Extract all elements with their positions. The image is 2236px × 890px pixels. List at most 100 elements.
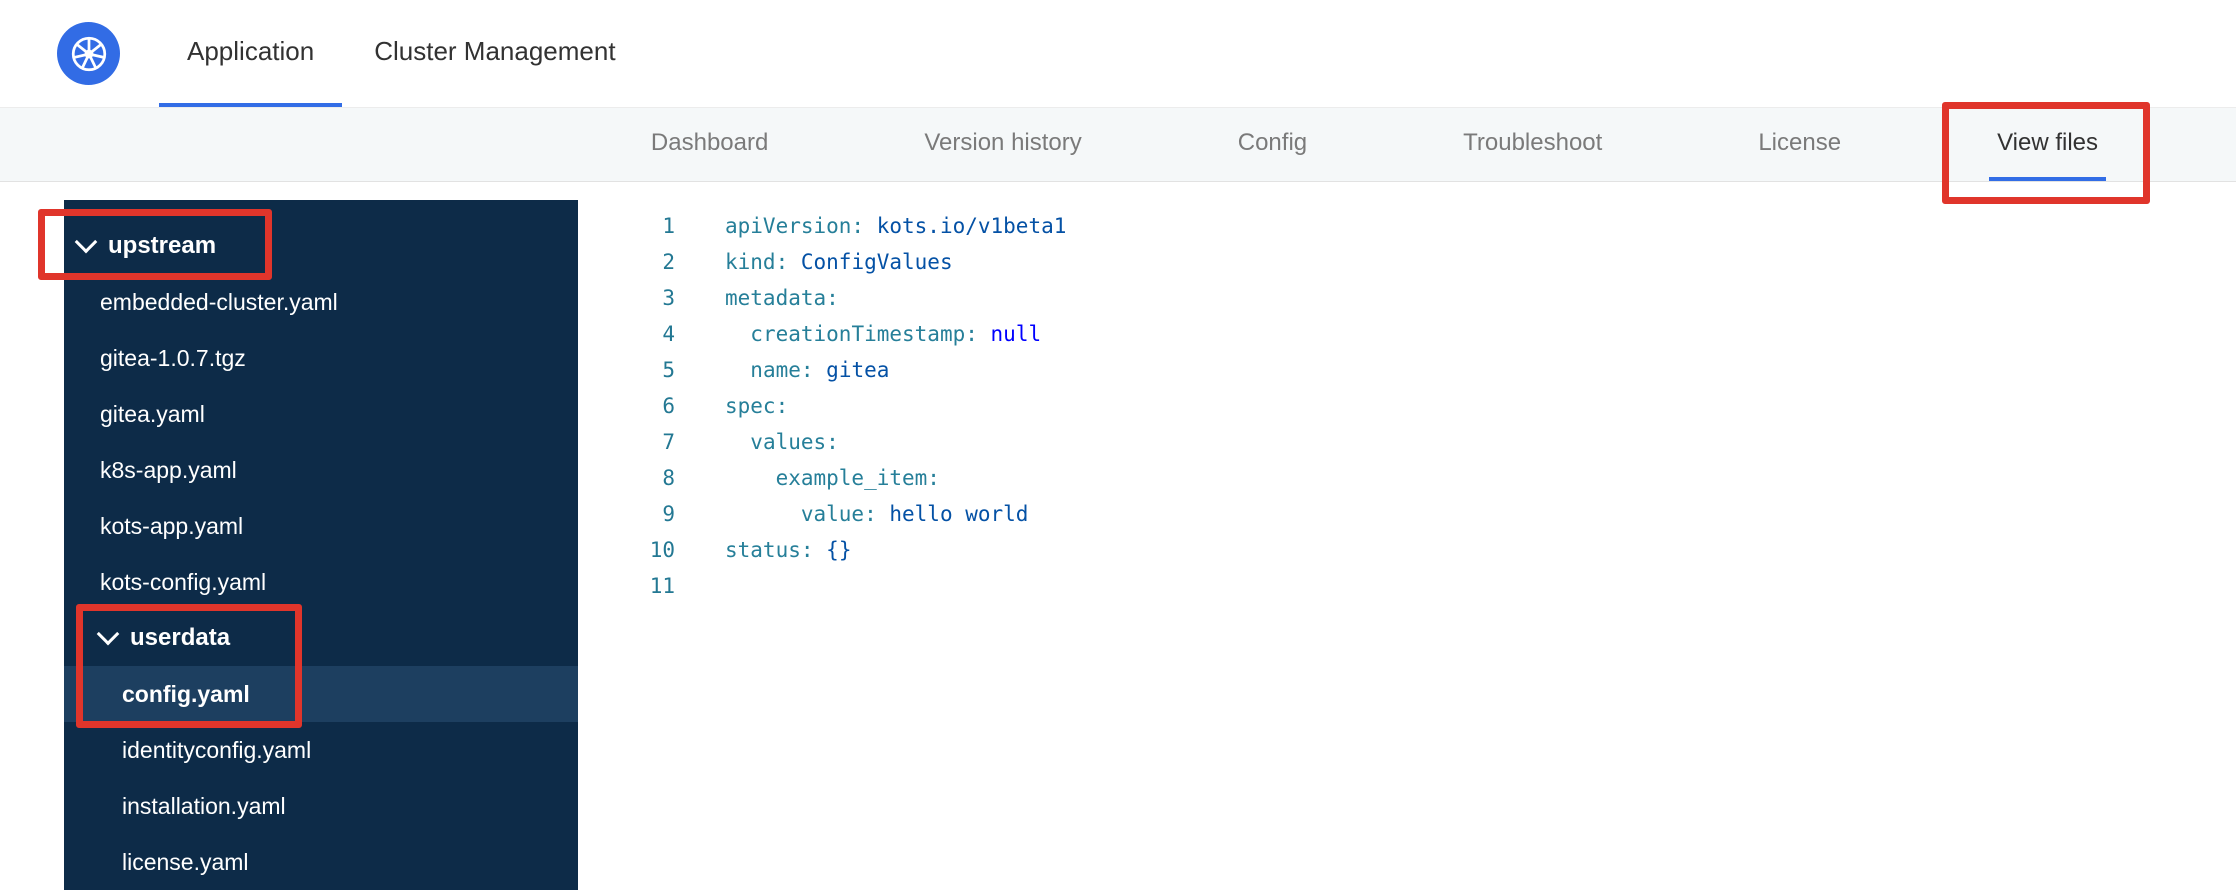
line-number: 10 [649, 538, 675, 562]
code-text: example_item: [675, 460, 940, 496]
tree-item-identityconfig-yaml[interactable]: identityconfig.yaml [64, 722, 578, 778]
line-number: 4 [662, 322, 675, 346]
code-text: name: gitea [675, 352, 889, 388]
file-tree-sidebar: upstream embedded-cluster.yaml gitea-1.0.7… [64, 200, 578, 890]
editor-line: 10 status: {} [578, 532, 2236, 568]
tree-item-userdata[interactable]: userdata [64, 610, 578, 666]
editor-line: 8 example_item: [578, 460, 2236, 496]
token-key: status: [725, 538, 814, 562]
editor-line: 6 spec: [578, 388, 2236, 424]
subnav-tab-license[interactable]: License [1750, 108, 1849, 181]
code-text: values: [675, 424, 839, 460]
tree-item-label: userdata [130, 624, 231, 651]
code-text: kind: ConfigValues [675, 244, 953, 280]
tree-item-label: k8s-app.yaml [100, 456, 237, 483]
subnav-tab-dashboard[interactable]: Dashboard [643, 108, 776, 181]
tree-item-installation-yaml[interactable]: installation.yaml [64, 778, 578, 834]
tree-item-gitea-yaml[interactable]: gitea.yaml [64, 386, 578, 442]
tree-item-label: license.yaml [122, 848, 249, 875]
code-editor[interactable]: 1 apiVersion: kots.io/v1beta1 2 kind: Confi… [578, 200, 2236, 890]
token-key: name: [750, 358, 814, 382]
token-val: {} [826, 538, 852, 562]
editor-line: 3 metadata: [578, 280, 2236, 316]
editor-line: 4 creationTimestamp: null [578, 316, 2236, 352]
tree-item-label: installation.yaml [122, 792, 286, 819]
tree-item-config-yaml[interactable]: config.yaml [64, 666, 578, 722]
tree-item-kots-config-yaml[interactable]: kots-config.yaml [64, 554, 578, 610]
tree-item-label: embedded-cluster.yaml [100, 288, 338, 315]
tree-item-k8s-app-yaml[interactable]: k8s-app.yaml [64, 442, 578, 498]
token-key: spec: [725, 394, 789, 418]
token-key: metadata: [725, 286, 839, 310]
kubernetes-logo-icon [57, 22, 120, 85]
code-text: metadata: [675, 280, 839, 316]
code-text: apiVersion: kots.io/v1beta1 [675, 208, 1066, 244]
tree-item-license-yaml[interactable]: license.yaml [64, 834, 578, 890]
top-header: Application Cluster Management [0, 0, 2236, 107]
subnav-tab-config[interactable]: Config [1230, 108, 1315, 181]
token-val: kots.io/v1beta1 [876, 214, 1067, 238]
header-tabs: Application Cluster Management [159, 0, 644, 107]
subnav-tab-troubleshoot[interactable]: Troubleshoot [1455, 108, 1610, 181]
token-key: creationTimestamp: [750, 322, 978, 346]
subnav-tab-version-history[interactable]: Version history [916, 108, 1089, 181]
line-number: 6 [662, 394, 675, 418]
code-text: value: hello world [675, 496, 1029, 532]
token-kw: null [990, 322, 1042, 346]
token-val: hello world [889, 502, 1029, 526]
header-tab-application[interactable]: Application [159, 0, 343, 107]
token-val: gitea [826, 358, 890, 382]
line-number: 9 [662, 502, 675, 526]
chevron-down-icon [74, 230, 98, 254]
tree-item-label: gitea.yaml [100, 400, 205, 427]
tree-item-kots-app-yaml[interactable]: kots-app.yaml [64, 498, 578, 554]
chevron-down-icon [96, 622, 120, 646]
tree-item-label: kots-config.yaml [100, 568, 267, 595]
token-val: ConfigValues [800, 250, 953, 274]
line-number: 1 [662, 214, 675, 238]
tree-item-upstream[interactable]: upstream [64, 218, 578, 274]
tree-item-label: gitea-1.0.7.tgz [100, 344, 246, 371]
header-tab-cluster-management[interactable]: Cluster Management [346, 0, 643, 107]
tree-item-label: kots-app.yaml [100, 512, 244, 539]
subnav-tab-view-files[interactable]: View files [1989, 108, 2106, 181]
line-number: 2 [662, 250, 675, 274]
editor-line: 9 value: hello world [578, 496, 2236, 532]
editor-line: 2 kind: ConfigValues [578, 244, 2236, 280]
tree-item-label: identityconfig.yaml [122, 736, 312, 763]
line-number: 11 [649, 574, 675, 598]
editor-line: 7 values: [578, 424, 2236, 460]
token-key: value: [800, 502, 877, 526]
tree-item-label: upstream [108, 232, 217, 259]
code-text: creationTimestamp: null [675, 316, 1041, 352]
editor-line: 5 name: gitea [578, 352, 2236, 388]
code-text: spec: [675, 388, 788, 424]
code-text: status: {} [675, 532, 851, 568]
token-key: example_item: [775, 466, 940, 490]
editor-line: 11 [578, 568, 2236, 604]
line-number: 8 [662, 466, 675, 490]
editor-line: 1 apiVersion: kots.io/v1beta1 [578, 208, 2236, 244]
line-number: 5 [662, 358, 675, 382]
tree-item-label: config.yaml [122, 680, 250, 707]
token-key: values: [750, 430, 839, 454]
tree-item-embedded-cluster-yaml[interactable]: embedded-cluster.yaml [64, 274, 578, 330]
tree-item-gitea-1-0-7-tgz[interactable]: gitea-1.0.7.tgz [64, 330, 578, 386]
token-key: kind: [725, 250, 789, 274]
line-number: 3 [662, 286, 675, 310]
line-number: 7 [662, 430, 675, 454]
token-key: apiVersion: [725, 214, 865, 238]
app-subnav: Dashboard Version history Config Troublesho… [0, 107, 2236, 182]
